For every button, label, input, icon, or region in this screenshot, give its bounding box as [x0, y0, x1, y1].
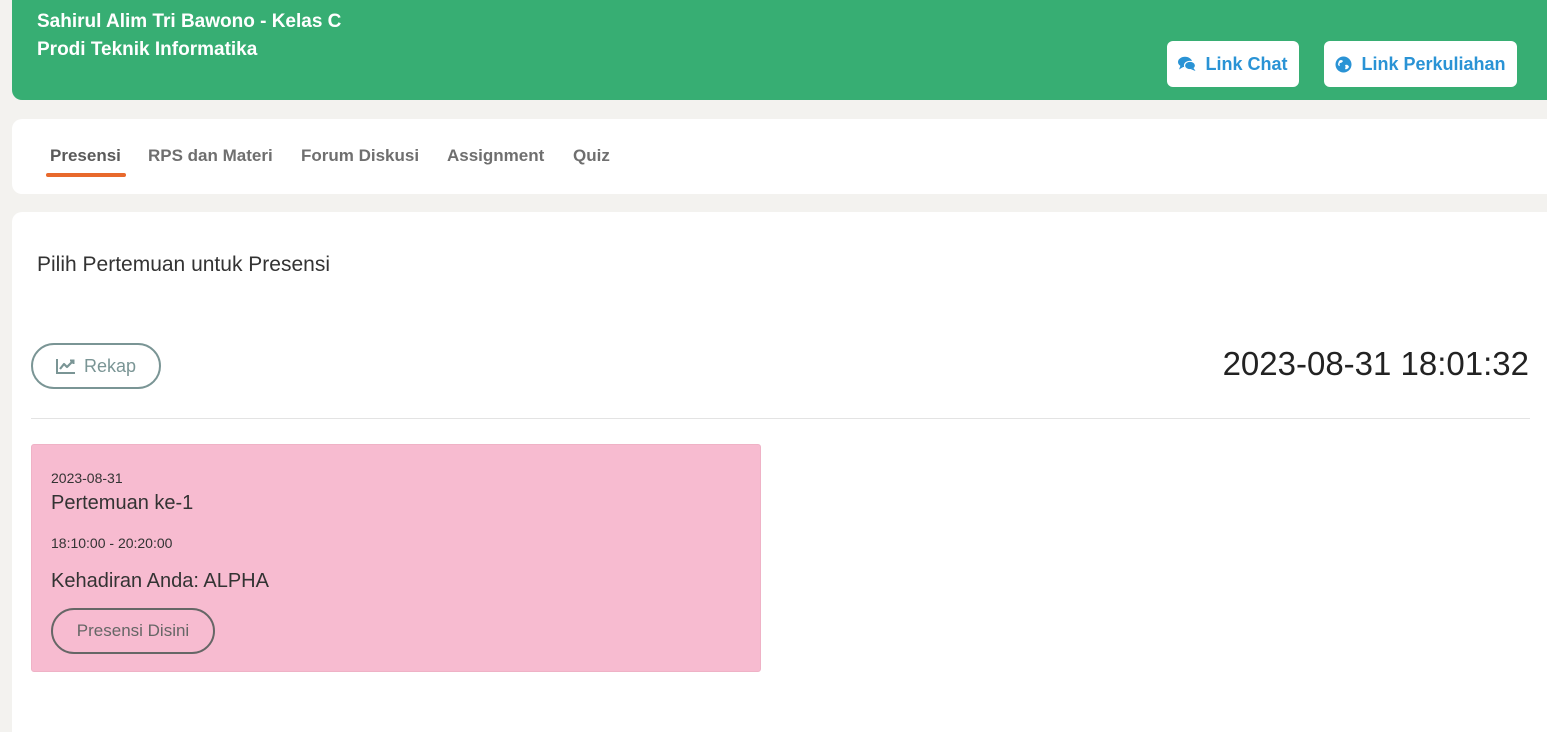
- meeting-name: Pertemuan ke-1: [51, 492, 194, 514]
- meeting-card: 2023-08-31 Pertemuan ke-1 18:10:00 - 20:…: [31, 444, 761, 672]
- tab-assignment[interactable]: Assignment: [447, 146, 544, 166]
- comments-icon: [1178, 56, 1197, 72]
- rekap-label: Rekap: [83, 355, 137, 376]
- tab-forum-diskusi[interactable]: Forum Diskusi: [301, 146, 419, 166]
- link-perkuliahan-label: Link Perkuliahan: [1361, 53, 1506, 74]
- tab-quiz[interactable]: Quiz: [573, 146, 610, 166]
- tab-rps-dan-materi[interactable]: RPS dan Materi: [148, 146, 273, 166]
- tab-bar: Presensi RPS dan Materi Forum Diskusi As…: [12, 119, 1547, 194]
- link-chat-label: Link Chat: [1205, 53, 1288, 74]
- meeting-time: 18:10:00 - 20:20:00: [51, 535, 173, 551]
- active-tab-indicator: [46, 173, 126, 177]
- line-chart-icon: [55, 358, 76, 374]
- tab-presensi[interactable]: Presensi: [50, 146, 121, 166]
- link-chat-button[interactable]: Link Chat: [1167, 41, 1299, 87]
- course-title-line2: Prodi Teknik Informatika: [37, 39, 258, 60]
- panel-title: Pilih Pertemuan untuk Presensi: [37, 253, 330, 276]
- rekap-button[interactable]: Rekap: [31, 343, 161, 389]
- presensi-panel: Pilih Pertemuan untuk Presensi Rekap 202…: [12, 212, 1547, 732]
- divider: [31, 418, 1530, 419]
- presensi-disini-button[interactable]: Presensi Disini: [51, 608, 215, 654]
- course-title: Sahirul Alim Tri Bawono - Kelas C Prodi …: [37, 8, 341, 64]
- course-header: Sahirul Alim Tri Bawono - Kelas C Prodi …: [12, 0, 1547, 100]
- attendance-status: Kehadiran Anda: ALPHA: [51, 570, 269, 592]
- server-clock: 2023-08-31 18:01:32: [1222, 345, 1529, 382]
- course-title-line1: Sahirul Alim Tri Bawono - Kelas C: [37, 11, 342, 32]
- globe-icon: [1335, 56, 1352, 73]
- meeting-date: 2023-08-31: [51, 470, 123, 486]
- link-perkuliahan-button[interactable]: Link Perkuliahan: [1324, 41, 1517, 87]
